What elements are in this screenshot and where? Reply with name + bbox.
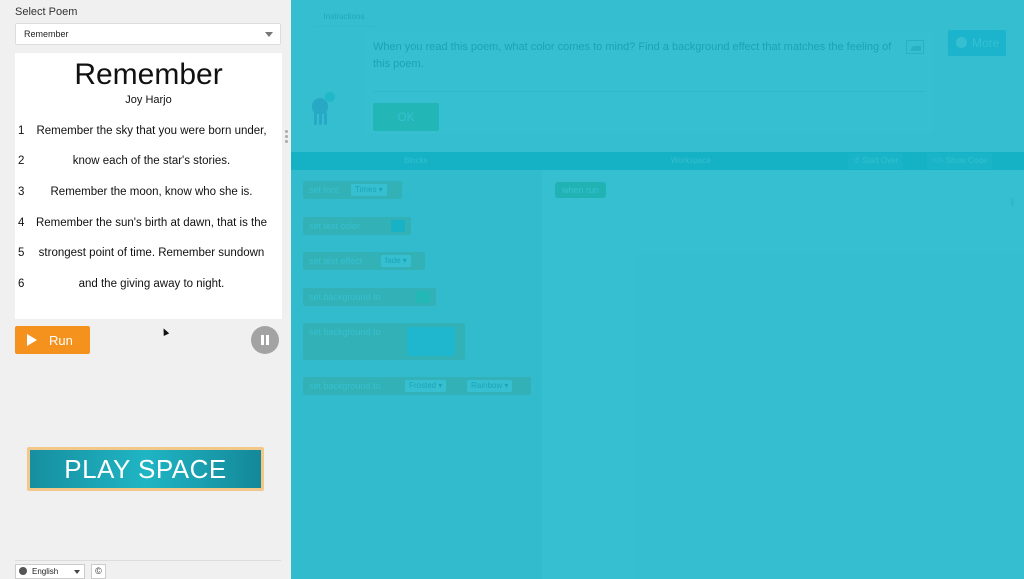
poem-line-text: know each of the star's stories. bbox=[72, 155, 231, 167]
effect-dropdown[interactable]: fade ▾ bbox=[381, 255, 411, 267]
set-text-effect-block[interactable]: set text effect fade ▾ bbox=[303, 252, 425, 270]
block-label: set background to bbox=[309, 327, 381, 337]
footer-divider bbox=[15, 560, 281, 561]
poem-line-text: and the giving away to night. bbox=[78, 278, 225, 290]
background-color-swatch[interactable] bbox=[416, 291, 430, 303]
poem-author: Joy Harjo bbox=[125, 94, 172, 106]
block-label: set font bbox=[309, 185, 339, 195]
chevron-down-icon bbox=[265, 32, 273, 37]
play-space-text: PLAY SPACE bbox=[30, 450, 261, 488]
code-workspace[interactable]: when run bbox=[542, 170, 1024, 579]
poem-line: 6 and the giving away to night. bbox=[15, 278, 282, 294]
set-background-image-block[interactable]: set background to bbox=[303, 323, 465, 360]
chevron-down-icon bbox=[74, 570, 80, 574]
show-code-button[interactable]: </> Show Code bbox=[927, 153, 993, 169]
set-font-block[interactable]: set font Times ▾ bbox=[303, 181, 402, 199]
poem-line-number: 4 bbox=[18, 217, 25, 229]
instructions-divider bbox=[373, 91, 926, 92]
poem-title: Remember bbox=[74, 58, 223, 91]
panel-resize-handle[interactable] bbox=[285, 130, 289, 150]
poem-line: 5 strongest point of time. Remember sund… bbox=[15, 247, 282, 263]
set-background-effect-block[interactable]: set background to Frosted ▾ Rainbow ▾ bbox=[303, 377, 531, 395]
blocks-toolbox: set font Times ▾ set text color set text… bbox=[291, 170, 542, 579]
chevron-circle-icon bbox=[956, 37, 967, 48]
poem-panel: Select Poem Remember Remember Joy Harjo … bbox=[0, 0, 291, 579]
mouse-cursor-icon bbox=[160, 327, 170, 336]
workspace-scrollbar[interactable] bbox=[1011, 198, 1014, 206]
pause-button[interactable] bbox=[251, 326, 279, 354]
poem-line: 3 Remember the moon, know who she is. bbox=[15, 186, 282, 202]
workspace-header: Workspace bbox=[671, 156, 711, 165]
start-over-label: Start Over bbox=[861, 156, 899, 165]
poem-line: 4 Remember the sun's birth at dawn, that… bbox=[15, 217, 282, 233]
when-run-block[interactable]: when run bbox=[555, 182, 607, 198]
more-button[interactable]: More bbox=[948, 30, 1006, 56]
poem-select-value: Remember bbox=[24, 29, 69, 39]
block-label: set background to bbox=[309, 381, 381, 391]
poem-line-text: Remember the sky that you were born unde… bbox=[36, 125, 267, 137]
more-button-label: More bbox=[972, 36, 1000, 50]
language-value: English bbox=[32, 567, 59, 576]
mascot-icon bbox=[309, 92, 339, 132]
editor-toolbar: Blocks Workspace ↺ Start Over </> Show C… bbox=[291, 152, 1024, 170]
poem-display: Remember Joy Harjo 1 Remember the sky th… bbox=[15, 53, 282, 319]
run-button[interactable]: Run bbox=[15, 326, 90, 354]
rainbow-dropdown[interactable]: Rainbow ▾ bbox=[467, 380, 513, 392]
poem-line-number: 6 bbox=[18, 278, 25, 290]
play-space-banner[interactable]: PLAY SPACE bbox=[27, 447, 264, 491]
editor-panel: Instructions When you read this poem, wh… bbox=[291, 0, 1024, 579]
image-icon[interactable] bbox=[906, 40, 924, 54]
ok-button[interactable]: OK bbox=[373, 103, 439, 131]
instructions-text: When you read this poem, what color come… bbox=[373, 41, 892, 70]
poem-line-number: 1 bbox=[18, 125, 25, 137]
tab-instructions[interactable]: Instructions bbox=[313, 8, 375, 27]
poem-line-number: 3 bbox=[18, 186, 25, 198]
play-icon bbox=[27, 334, 37, 346]
background-image-dropdown[interactable] bbox=[407, 327, 455, 356]
poem-select[interactable]: Remember bbox=[15, 23, 281, 45]
poem-line-number: 2 bbox=[18, 155, 25, 167]
poem-line-text: Remember the sun's birth at dawn, that i… bbox=[35, 217, 268, 229]
text-color-swatch[interactable] bbox=[391, 220, 405, 232]
block-label: set text color bbox=[309, 221, 361, 231]
block-label: set text effect bbox=[309, 256, 363, 266]
poem-line-number: 5 bbox=[18, 247, 25, 259]
font-dropdown[interactable]: Times ▾ bbox=[351, 184, 387, 196]
poem-line: 1 Remember the sky that you were born un… bbox=[15, 125, 282, 141]
poem-line-text: strongest point of time. Remember sundow… bbox=[38, 247, 265, 259]
copyright-button[interactable]: © bbox=[91, 564, 106, 579]
show-code-label: Show Code bbox=[945, 156, 988, 165]
poem-line: 2 know each of the star's stories. bbox=[15, 155, 282, 171]
frosted-dropdown[interactable]: Frosted ▾ bbox=[405, 380, 447, 392]
start-over-button[interactable]: ↺ Start Over bbox=[848, 153, 904, 169]
globe-icon bbox=[19, 567, 27, 575]
select-poem-label: Select Poem bbox=[15, 6, 78, 18]
pause-icon bbox=[266, 335, 269, 345]
blocks-header: Blocks bbox=[404, 156, 428, 165]
instructions-box: When you read this poem, what color come… bbox=[365, 31, 934, 134]
language-select[interactable]: English bbox=[15, 564, 85, 579]
block-label: set background to bbox=[309, 292, 381, 302]
set-text-color-block[interactable]: set text color bbox=[303, 217, 411, 235]
run-button-label: Run bbox=[49, 333, 73, 348]
pause-icon bbox=[261, 335, 264, 345]
poem-line-text: Remember the moon, know who she is. bbox=[50, 186, 253, 198]
set-background-color-block[interactable]: set background to bbox=[303, 288, 436, 306]
